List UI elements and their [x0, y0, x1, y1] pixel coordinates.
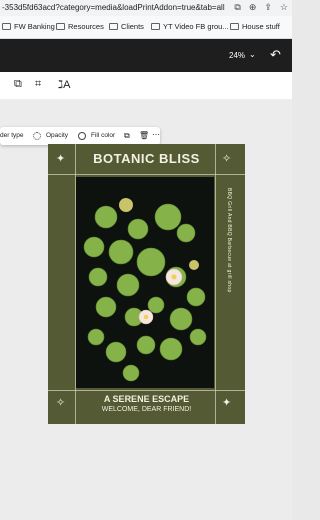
bookmarks-bar: FW Banking Resources Clients YT Video FB…: [0, 16, 292, 39]
opacity-icon: [33, 132, 41, 140]
vertical-caption: BBQ Grill And BBQ Barbecue at grill shop: [226, 188, 232, 293]
trash-icon[interactable]: 🗑: [139, 131, 149, 140]
poster-subtitle: A SERENE ESCAPE: [103, 394, 190, 404]
zoom-icon[interactable]: ⊕: [249, 2, 257, 13]
extension-icon[interactable]: ⧉: [234, 2, 240, 13]
star-icon[interactable]: ☆: [280, 2, 288, 13]
border-type-button[interactable]: der type: [0, 132, 24, 139]
bookmark-yt-video[interactable]: YT Video FB grou...: [151, 22, 229, 31]
address-bar[interactable]: -353d5fd63acd?category=media&loadPrintAd…: [0, 0, 292, 16]
lily-pond-photo[interactable]: [76, 177, 214, 388]
poster-welcome: WELCOME, DEAR FRIEND!: [101, 406, 192, 413]
sparkle-icon: ✦: [56, 153, 66, 165]
duplicate-icon[interactable]: ⧉: [124, 131, 130, 141]
context-toolbar: der type Opacity Fill color ⧉ 🗑 ⋯: [0, 127, 160, 145]
folder-icon: [56, 23, 65, 30]
browser-actions: ⧉ ⊕ ⇪ ☆: [234, 2, 288, 13]
opacity-button[interactable]: Opacity: [46, 132, 68, 139]
folder-icon: [151, 23, 160, 30]
chevron-down-icon[interactable]: ⌄: [249, 50, 256, 59]
url-text[interactable]: -353d5fd63acd?category=media&loadPrintAd…: [2, 3, 225, 12]
bookmark-resources[interactable]: Resources: [56, 22, 104, 31]
folder-icon: [2, 23, 11, 30]
crop-icon[interactable]: ⌗: [35, 78, 41, 91]
folder-icon: [109, 23, 118, 30]
lily-pond-image: [76, 177, 214, 388]
sparkle-outline-icon: ✧: [222, 153, 232, 165]
editor-topbar: 24% ⌄ ↶: [0, 39, 292, 72]
more-icon[interactable]: ⋯: [152, 130, 160, 139]
poster[interactable]: BOTANIC BLISS ✦ ✧ ✧ ✦ BBQ Grill And BBQ …: [48, 144, 245, 424]
bookmark-clients[interactable]: Clients: [109, 22, 144, 31]
folder-icon: [230, 23, 239, 30]
fill-color-icon: [78, 132, 86, 140]
zoom-level[interactable]: 24%: [229, 51, 245, 60]
bookmark-fw-banking[interactable]: FW Banking: [2, 22, 55, 31]
toolbar: ⧉ ⌗ ℷA: [0, 72, 292, 100]
frame-line: [215, 144, 216, 424]
share-icon[interactable]: ⇪: [264, 2, 272, 13]
undo-icon[interactable]: ↶: [270, 47, 281, 63]
link-icon[interactable]: ⧉: [14, 78, 22, 91]
translate-icon[interactable]: ℷA: [58, 78, 70, 91]
bookmark-house-stuff[interactable]: House stuff: [230, 22, 280, 31]
fill-color-button[interactable]: Fill color: [91, 132, 115, 139]
